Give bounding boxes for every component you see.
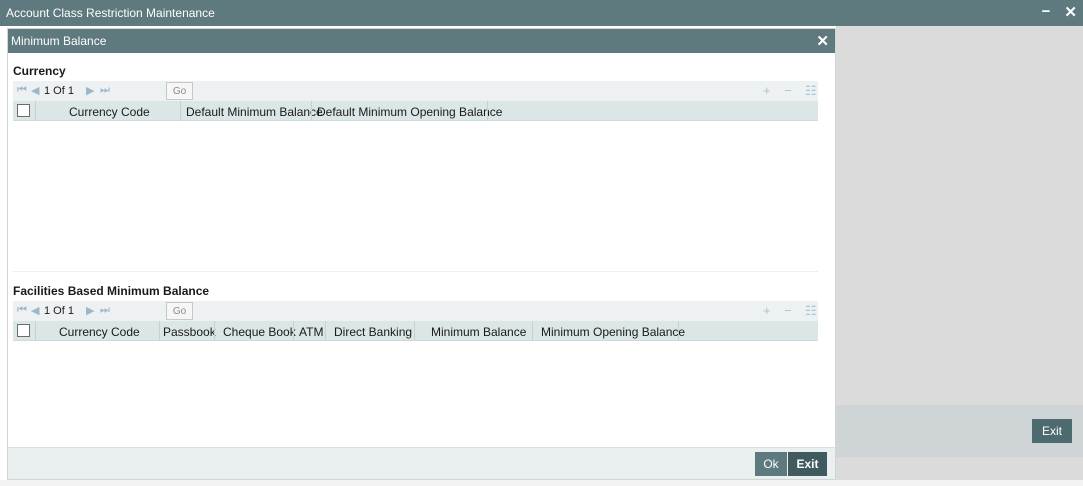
column-header[interactable]: Minimum Opening Balance (541, 325, 685, 339)
column-header[interactable]: Currency Code (69, 105, 150, 119)
facilities-grid: ⏮ ◀ 1 Of 1 ▶ ⏭ Go + − ☷ Currency Code Pa… (13, 301, 818, 449)
column-header[interactable]: Cheque Book (223, 325, 296, 339)
column-separator (678, 321, 679, 341)
window-close-icon[interactable]: ✕ (1064, 3, 1077, 21)
column-header[interactable]: ATM (299, 325, 323, 339)
window-title: Account Class Restriction Maintenance (6, 6, 215, 20)
add-row-icon[interactable]: + (763, 83, 771, 98)
currency-grid-body (13, 121, 818, 272)
next-page-icon[interactable]: ▶ (86, 304, 94, 317)
modal-title: Minimum Balance (11, 34, 107, 48)
currency-pager: ⏮ ◀ 1 Of 1 ▶ ⏭ Go + − ☷ (13, 81, 818, 101)
column-separator (35, 321, 36, 341)
single-view-icon[interactable]: ☷ (805, 303, 817, 319)
column-separator (214, 321, 215, 341)
single-view-icon[interactable]: ☷ (805, 83, 817, 99)
facilities-section-title: Facilities Based Minimum Balance (13, 284, 210, 298)
column-header[interactable]: Minimum Balance (431, 325, 526, 339)
modal-footer: Ok Exit (8, 447, 835, 479)
column-separator (325, 321, 326, 341)
facilities-grid-body (13, 341, 818, 449)
last-page-icon[interactable]: ⏭ (100, 304, 110, 317)
last-page-icon[interactable]: ⏭ (100, 84, 110, 97)
column-header[interactable]: Direct Banking (334, 325, 412, 339)
column-separator (180, 101, 181, 121)
exit-button[interactable]: Exit (788, 452, 827, 476)
modal-close-icon[interactable]: ✕ (816, 32, 829, 50)
column-header[interactable]: Default Minimum Balance (186, 105, 323, 119)
add-row-icon[interactable]: + (763, 303, 771, 318)
go-button[interactable]: Go (166, 302, 193, 320)
minimize-icon[interactable]: − (1042, 3, 1051, 21)
remove-row-icon[interactable]: − (784, 303, 792, 318)
column-separator (159, 321, 160, 341)
background-exit-button[interactable]: Exit (1032, 419, 1072, 443)
minimum-balance-modal: Minimum Balance ✕ Currency ⏮ ◀ 1 Of 1 ▶ … (7, 28, 836, 480)
page-indicator: 1 Of 1 (44, 305, 74, 317)
page-indicator: 1 Of 1 (44, 85, 74, 97)
go-button[interactable]: Go (166, 82, 193, 100)
window-titlebar: Account Class Restriction Maintenance − … (0, 0, 1083, 26)
column-separator (487, 101, 488, 121)
first-page-icon[interactable]: ⏮ (17, 304, 27, 317)
column-header[interactable]: Currency Code (59, 325, 140, 339)
prev-page-icon[interactable]: ◀ (31, 304, 39, 317)
first-page-icon[interactable]: ⏮ (17, 84, 27, 97)
facilities-grid-header: Currency Code Passbook Cheque Book ATM D… (13, 321, 818, 341)
currency-grid: ⏮ ◀ 1 Of 1 ▶ ⏭ Go + − ☷ Currency Code De… (13, 81, 818, 272)
next-page-icon[interactable]: ▶ (86, 84, 94, 97)
select-all-checkbox[interactable] (17, 324, 30, 337)
column-separator (532, 321, 533, 341)
currency-grid-header: Currency Code Default Minimum Balance De… (13, 101, 818, 121)
modal-titlebar: Minimum Balance ✕ (8, 29, 835, 53)
background-bottom-strip (0, 480, 1083, 486)
facilities-pager: ⏮ ◀ 1 Of 1 ▶ ⏭ Go + − ☷ (13, 301, 818, 321)
column-separator (293, 321, 294, 341)
column-separator (414, 321, 415, 341)
currency-section-title: Currency (13, 64, 66, 78)
column-header[interactable]: Default Minimum Opening Balance (317, 105, 502, 119)
ok-button[interactable]: Ok (755, 452, 787, 476)
select-all-checkbox[interactable] (17, 104, 30, 117)
window-controls: − ✕ (1042, 3, 1077, 21)
prev-page-icon[interactable]: ◀ (31, 84, 39, 97)
column-separator (311, 101, 312, 121)
remove-row-icon[interactable]: − (784, 83, 792, 98)
column-separator (35, 101, 36, 121)
column-header[interactable]: Passbook (163, 325, 216, 339)
